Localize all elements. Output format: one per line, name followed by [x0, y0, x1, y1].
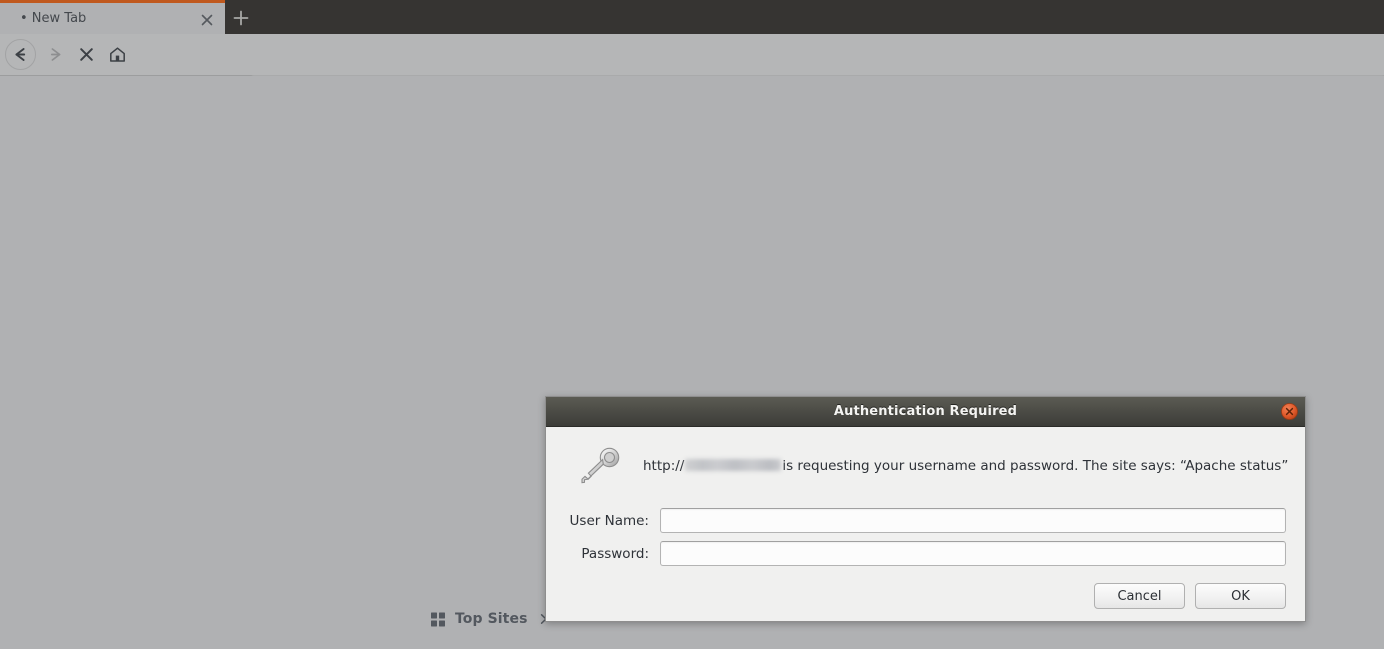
prompt-suffix: is requesting your username and password…: [782, 458, 1289, 474]
password-row: Password:: [561, 541, 1290, 566]
password-label: Password:: [581, 545, 649, 562]
grid-squares-icon: [431, 612, 445, 627]
newtab-section-label: Top Sites: [455, 611, 528, 627]
tab-strip: • New Tab: [0, 0, 1384, 34]
ok-button[interactable]: OK: [1195, 583, 1286, 609]
stop-icon[interactable]: [71, 39, 102, 70]
new-tab-button[interactable]: [230, 7, 252, 29]
newtab-section-top-sites[interactable]: Top Sites: [430, 611, 550, 627]
dialog-title: Authentication Required: [833, 404, 1018, 419]
prompt-prefix: http://: [643, 458, 685, 474]
credentials-form: User Name: Password:: [561, 508, 1290, 566]
username-label: User Name:: [569, 512, 649, 529]
tab-close-icon[interactable]: [198, 11, 216, 29]
dialog-close-icon[interactable]: [1281, 403, 1298, 420]
cancel-button[interactable]: Cancel: [1094, 583, 1185, 609]
authentication-required-dialog: Authentication Required http:// is reque…: [545, 396, 1306, 622]
key-icon: [581, 447, 620, 484]
password-field[interactable]: [660, 541, 1286, 566]
navigation-toolbar: /server-status: [0, 34, 1384, 102]
home-icon[interactable]: [102, 39, 133, 70]
forward-button: [40, 39, 71, 70]
dialog-body: http:// is requesting your username and …: [546, 427, 1305, 621]
dialog-button-row: Cancel OK: [561, 583, 1290, 609]
browser-tab-new-tab[interactable]: • New Tab: [0, 0, 225, 34]
username-field[interactable]: [660, 508, 1286, 533]
dialog-prompt-text: http:// is requesting your username and …: [643, 458, 1288, 474]
back-button[interactable]: [5, 39, 36, 70]
tab-title: • New Tab: [20, 11, 87, 26]
dialog-title-bar: Authentication Required: [546, 397, 1305, 427]
username-row: User Name:: [561, 508, 1290, 533]
dialog-prompt-row: http:// is requesting your username and …: [561, 446, 1290, 486]
redacted-host: [685, 459, 782, 471]
